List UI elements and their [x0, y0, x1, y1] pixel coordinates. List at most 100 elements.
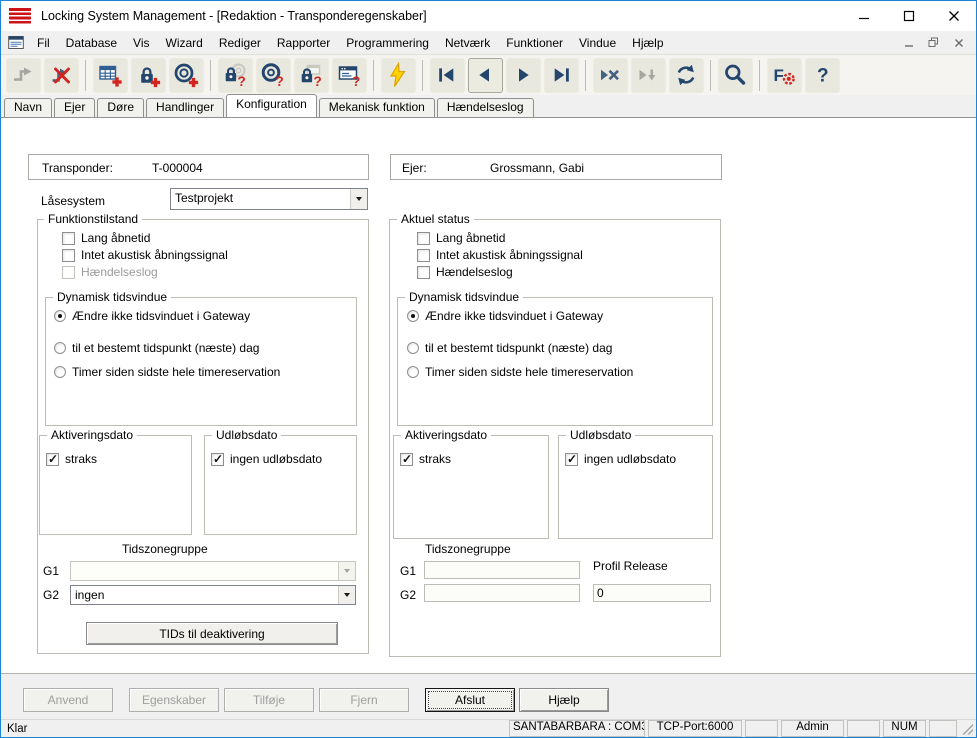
mdi-close-button[interactable] [946, 33, 971, 52]
next-record-button[interactable] [506, 58, 541, 93]
close-icon [948, 10, 960, 22]
menu-bar: FilDatabaseVisWizardRedigerRapporterProg… [1, 31, 976, 54]
tab-dore[interactable]: Døre [97, 98, 144, 117]
g2-timezone-select[interactable]: ingen [70, 585, 356, 605]
left-dynamisk-tidsvindue-title: Dynamisk tidsvindue [53, 291, 171, 303]
right-intet-akustisk-checkbox[interactable]: Intet akustisk åbningssignal [417, 249, 583, 262]
anvend-button: Anvend [23, 688, 113, 712]
left-radio-no-gateway-change[interactable]: Ændre ikke tidsvinduet i Gateway [54, 310, 250, 323]
filter-settings-button[interactable]: F [767, 58, 802, 93]
document-window-icon [8, 35, 24, 50]
left-radio-hours-since-reservation[interactable]: Timer siden sidste hele timereservation [54, 366, 280, 379]
read-transponder-button[interactable]: ? [256, 58, 291, 93]
mdi-restore-icon [928, 37, 939, 48]
menu-hjaelp[interactable]: Hjælp [624, 33, 671, 53]
left-intet-akustisk-checkbox[interactable]: Intet akustisk åbningssignal [62, 249, 228, 262]
minimize-button[interactable] [841, 1, 886, 31]
minimize-icon [858, 10, 870, 22]
svg-text:?: ? [352, 74, 360, 88]
menu-funktioner[interactable]: Funktioner [498, 33, 571, 53]
radio-icon [54, 366, 66, 378]
previous-record-icon [472, 62, 498, 88]
left-radio-fixed-time[interactable]: til et bestemt tidspunkt (næste) dag [54, 342, 259, 355]
tids-til-deaktivering-button[interactable]: TIDs til deaktivering [86, 622, 338, 645]
right-radio-no-gateway-change[interactable]: Ændre ikke tidsvinduet i Gateway [407, 310, 603, 323]
chevron-down-icon[interactable] [338, 586, 355, 604]
radio-icon [407, 342, 419, 354]
locking-system-select[interactable]: Testprojekt [170, 188, 368, 210]
toolbar: ???? F? [1, 54, 976, 95]
read-lock-network-button[interactable]: ? [294, 58, 329, 93]
read-lock-icon: ? [222, 62, 248, 88]
right-radio-fixed-time[interactable]: til et bestemt tidspunkt (næste) dag [407, 342, 612, 355]
previous-record-button[interactable] [468, 58, 503, 93]
test-window-button[interactable]: ? [332, 58, 367, 93]
tab-mekanisk-funktion[interactable]: Mekanisk funktion [319, 98, 435, 117]
mdi-minimize-icon [904, 38, 914, 48]
cancel-record-button[interactable] [593, 58, 628, 93]
menu-wizard[interactable]: Wizard [158, 33, 211, 53]
search-icon [722, 62, 748, 88]
left-lang-aabnetid-checkbox[interactable]: Lang åbnetid [62, 232, 150, 245]
afslut-button[interactable]: Afslut [425, 688, 515, 712]
resize-grip-icon[interactable] [961, 723, 973, 735]
search-button[interactable] [718, 58, 753, 93]
refresh-icon [673, 62, 699, 88]
dialog-button-row: AnvendEgenskaberTilføjeFjernAfslutHjælp [1, 673, 976, 720]
first-record-button[interactable] [430, 58, 465, 93]
refresh-button[interactable] [669, 58, 704, 93]
new-transponder-button[interactable] [169, 58, 204, 93]
filter-settings-icon: F [771, 62, 797, 88]
tab-ejer[interactable]: Ejer [54, 98, 95, 117]
left-straks-checkbox[interactable]: straks [46, 453, 97, 466]
maximize-button[interactable] [886, 1, 931, 31]
read-transponder-icon: ? [260, 62, 286, 88]
right-ingen-udlobsdato-checkbox[interactable]: ingen udløbsdato [565, 453, 676, 466]
chevron-down-icon[interactable] [350, 189, 367, 209]
new-locking-system-icon [97, 62, 123, 88]
menu-rediger[interactable]: Rediger [211, 33, 269, 53]
toolbar-separator [422, 60, 423, 91]
read-lock-button[interactable]: ? [218, 58, 253, 93]
window-title: Locking System Management - [Redaktion -… [41, 9, 427, 23]
last-record-button[interactable] [544, 58, 579, 93]
hjaelp-button[interactable]: Hjælp [519, 688, 609, 712]
tab-haendelseslog[interactable]: Hændelseslog [437, 98, 534, 117]
transponder-label: Transponder: [42, 161, 113, 175]
disconnect-button[interactable] [44, 58, 79, 93]
help-icon: ? [809, 62, 835, 88]
menu-database[interactable]: Database [58, 33, 125, 53]
menu-programmering[interactable]: Programmering [338, 33, 437, 53]
menu-rapporter[interactable]: Rapporter [269, 33, 338, 53]
menu-netvaerk[interactable]: Netværk [437, 33, 498, 53]
right-straks-checkbox[interactable]: straks [400, 453, 451, 466]
menu-fil[interactable]: Fil [29, 33, 58, 53]
right-haendelseslog-checkbox[interactable]: Hændelseslog [417, 266, 513, 279]
toolbar-separator [710, 60, 711, 91]
mdi-restore-button[interactable] [921, 33, 946, 52]
mdi-minimize-button[interactable] [896, 33, 921, 52]
close-button[interactable] [931, 1, 976, 31]
tab-konfiguration[interactable]: Konfiguration [226, 94, 317, 117]
right-radio-hours-since-reservation[interactable]: Timer siden sidste hele timereservation [407, 366, 633, 379]
tab-navn[interactable]: Navn [4, 98, 52, 117]
new-lock-button[interactable] [131, 58, 166, 93]
left-haendelseslog-checkbox: Hændelseslog [62, 266, 158, 279]
tab-handlinger[interactable]: Handlinger [146, 98, 224, 117]
menu-vindue[interactable]: Vindue [571, 33, 624, 53]
right-g1-label: G1 [400, 564, 416, 578]
new-lock-icon [135, 62, 161, 88]
disconnect-icon [48, 62, 74, 88]
app-window: Locking System Management - [Redaktion -… [0, 0, 977, 738]
profil-release-field: 0 [593, 584, 711, 602]
program-button[interactable] [381, 58, 416, 93]
new-locking-system-button[interactable] [93, 58, 128, 93]
right-g2-label: G2 [400, 588, 416, 602]
help-button[interactable]: ? [805, 58, 840, 93]
menu-vis[interactable]: Vis [125, 33, 157, 53]
right-lang-aabnetid-checkbox[interactable]: Lang åbnetid [417, 232, 505, 245]
left-ingen-udlobsdato-checkbox[interactable]: ingen udløbsdato [211, 453, 322, 466]
right-dynamisk-tidsvindue-title: Dynamisk tidsvindue [405, 291, 523, 303]
status-section-6 [929, 720, 957, 737]
test-window-icon: ? [336, 62, 362, 88]
